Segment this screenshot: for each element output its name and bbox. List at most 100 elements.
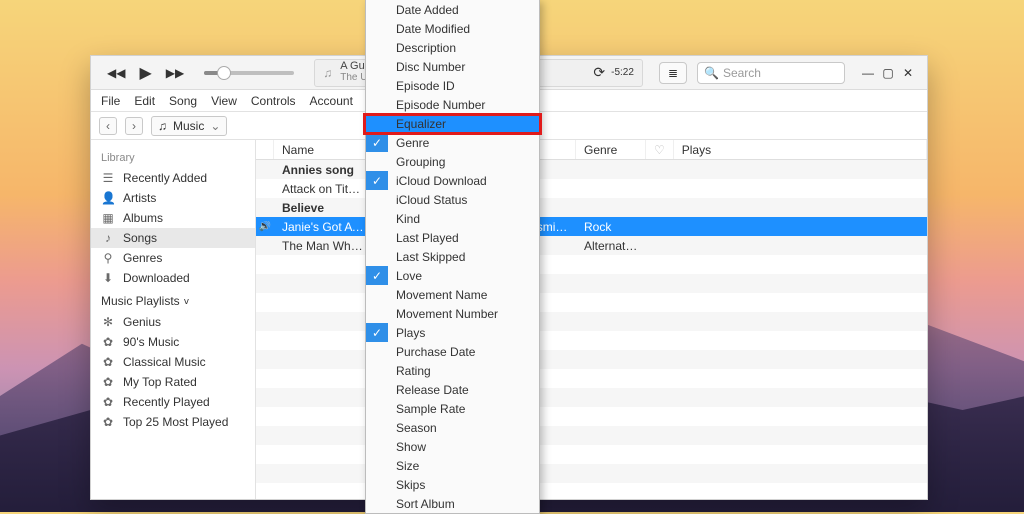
table-row[interactable]: Annies songn Denver bbox=[256, 160, 927, 179]
sidebar-item-artists[interactable]: 👤Artists bbox=[91, 188, 255, 208]
menu-item-size[interactable]: Size bbox=[366, 456, 539, 475]
menu-item-label: Season bbox=[396, 421, 437, 435]
menu-edit[interactable]: Edit bbox=[134, 94, 155, 108]
table-row[interactable]: Believe bbox=[256, 198, 927, 217]
menu-item-rating[interactable]: Rating bbox=[366, 361, 539, 380]
sidebar-header-playlists[interactable]: Music Playlists ⅴ bbox=[91, 288, 255, 312]
menu-item-last-skipped[interactable]: Last Skipped bbox=[366, 247, 539, 266]
menu-item-disc-number[interactable]: Disc Number bbox=[366, 57, 539, 76]
cell-name: Believe bbox=[274, 201, 374, 215]
menu-item-sort-album[interactable]: Sort Album bbox=[366, 494, 539, 513]
menu-item-episode-id[interactable]: Episode ID bbox=[366, 76, 539, 95]
menu-item-purchase-date[interactable]: Purchase Date bbox=[366, 342, 539, 361]
menu-item-label: Grouping bbox=[396, 155, 445, 169]
close-button[interactable]: ✕ bbox=[901, 66, 915, 80]
checkmark-icon bbox=[366, 95, 388, 114]
sidebar-item-downloaded[interactable]: ⬇Downloaded bbox=[91, 268, 255, 288]
menu-item-label: Disc Number bbox=[396, 60, 465, 74]
menu-view[interactable]: View bbox=[211, 94, 237, 108]
col-plays[interactable]: Plays bbox=[674, 140, 927, 159]
playlist-item[interactable]: ✿90's Music bbox=[91, 332, 255, 352]
menu-item-label: Description bbox=[396, 41, 456, 55]
checkmark-icon bbox=[366, 38, 388, 57]
menu-item-label: Skips bbox=[396, 478, 425, 492]
menu-item-sample-rate[interactable]: Sample Rate bbox=[366, 399, 539, 418]
menu-item-love[interactable]: ✓Love bbox=[366, 266, 539, 285]
sidebar-item-songs[interactable]: ♪Songs bbox=[91, 228, 255, 248]
menu-item-skips[interactable]: Skips bbox=[366, 475, 539, 494]
gear-icon: ✿ bbox=[101, 335, 115, 349]
play-button[interactable]: ▶ bbox=[139, 63, 151, 83]
col-love[interactable]: ♡ bbox=[646, 140, 674, 159]
playlist-item[interactable]: ✿My Top Rated bbox=[91, 372, 255, 392]
menu-item-show[interactable]: Show bbox=[366, 437, 539, 456]
sidebar-item-albums[interactable]: ▦Albums bbox=[91, 208, 255, 228]
menu-song[interactable]: Song bbox=[169, 94, 197, 108]
menu-file[interactable]: File bbox=[101, 94, 120, 108]
col-genre[interactable]: Genre bbox=[576, 140, 646, 159]
volume-slider[interactable] bbox=[204, 71, 294, 75]
sidebar-item-icon: ⬇ bbox=[101, 271, 115, 285]
sidebar-item-genres[interactable]: ⚲Genres bbox=[91, 248, 255, 268]
table-row[interactable]: 🔊Janie's Got A GunosmithClassic Aerosmit… bbox=[256, 217, 927, 236]
menu-item-date-added[interactable]: Date Added bbox=[366, 0, 539, 19]
playlist-item[interactable]: ✿Classical Music bbox=[91, 352, 255, 372]
menu-item-grouping[interactable]: Grouping bbox=[366, 152, 539, 171]
songs-table: Name st Album Genre ♡ Plays Annies songn… bbox=[256, 140, 927, 499]
menu-item-last-played[interactable]: Last Played bbox=[366, 228, 539, 247]
checkmark-icon bbox=[366, 247, 388, 266]
menu-item-label: Purchase Date bbox=[396, 345, 475, 359]
checkmark-icon bbox=[366, 494, 388, 513]
checkmark-icon bbox=[366, 0, 388, 19]
menu-item-label: Movement Number bbox=[396, 307, 498, 321]
table-row bbox=[256, 274, 927, 293]
menu-item-label: Episode Number bbox=[396, 98, 485, 112]
checkmark-icon bbox=[366, 437, 388, 456]
playlist-item[interactable]: ✿Recently Played bbox=[91, 392, 255, 412]
maximize-button[interactable]: ▢ bbox=[881, 66, 895, 80]
menu-controls[interactable]: Controls bbox=[251, 94, 296, 108]
menu-item-release-date[interactable]: Release Date bbox=[366, 380, 539, 399]
prev-button[interactable]: ◀◀ bbox=[107, 66, 125, 80]
menu-item-icloud-download[interactable]: ✓iCloud Download bbox=[366, 171, 539, 190]
table-row[interactable]: The Man Who SolvanaNirvanaAlternative bbox=[256, 236, 927, 255]
minimize-button[interactable]: — bbox=[861, 66, 875, 80]
sidebar-item-label: Albums bbox=[123, 211, 163, 225]
menu-item-genre[interactable]: ✓Genre bbox=[366, 133, 539, 152]
list-view-button[interactable]: ≣ bbox=[659, 62, 687, 84]
next-button[interactable]: ▶▶ bbox=[166, 66, 184, 80]
playlist-item[interactable]: ✿Top 25 Most Played bbox=[91, 412, 255, 432]
checkmark-icon: ✓ bbox=[366, 266, 388, 285]
menu-account[interactable]: Account bbox=[310, 94, 353, 108]
menu-item-movement-name[interactable]: Movement Name bbox=[366, 285, 539, 304]
checkmark-icon: ✓ bbox=[366, 323, 388, 342]
col-name[interactable]: Name bbox=[274, 140, 374, 159]
menu-item-episode-number[interactable]: Episode Number bbox=[366, 95, 539, 114]
menu-item-movement-number[interactable]: Movement Number bbox=[366, 304, 539, 323]
repeat-icon[interactable]: ⟳ bbox=[593, 64, 605, 81]
forward-button[interactable]: › bbox=[125, 117, 143, 135]
checkmark-icon bbox=[366, 190, 388, 209]
list-icon: ≣ bbox=[668, 66, 678, 80]
sidebar-item-label: Genius bbox=[123, 315, 161, 329]
search-input[interactable]: 🔍 Search bbox=[697, 62, 845, 84]
music-note-icon: ♫ bbox=[158, 119, 167, 133]
sidebar-item-icon: ☰ bbox=[101, 171, 115, 185]
library-selector[interactable]: ♫ Music ⌄ bbox=[151, 116, 227, 136]
menu-item-kind[interactable]: Kind bbox=[366, 209, 539, 228]
sidebar-item-label: Artists bbox=[123, 191, 156, 205]
menu-item-plays[interactable]: ✓Plays bbox=[366, 323, 539, 342]
playlist-item[interactable]: ✻Genius bbox=[91, 312, 255, 332]
back-button[interactable]: ‹ bbox=[99, 117, 117, 135]
playback-controls: ◀◀ ▶ ▶▶ bbox=[97, 63, 304, 83]
menu-item-icloud-status[interactable]: iCloud Status bbox=[366, 190, 539, 209]
gear-icon: ✿ bbox=[101, 415, 115, 429]
menu-item-description[interactable]: Description bbox=[366, 38, 539, 57]
checkmark-icon bbox=[366, 361, 388, 380]
menu-item-label: Date Modified bbox=[396, 22, 470, 36]
sidebar-item-recently-added[interactable]: ☰Recently Added bbox=[91, 168, 255, 188]
menu-item-season[interactable]: Season bbox=[366, 418, 539, 437]
search-icon: 🔍 bbox=[704, 66, 719, 80]
table-row[interactable]: Attack on Titan Op bbox=[256, 179, 927, 198]
menu-item-date-modified[interactable]: Date Modified bbox=[366, 19, 539, 38]
